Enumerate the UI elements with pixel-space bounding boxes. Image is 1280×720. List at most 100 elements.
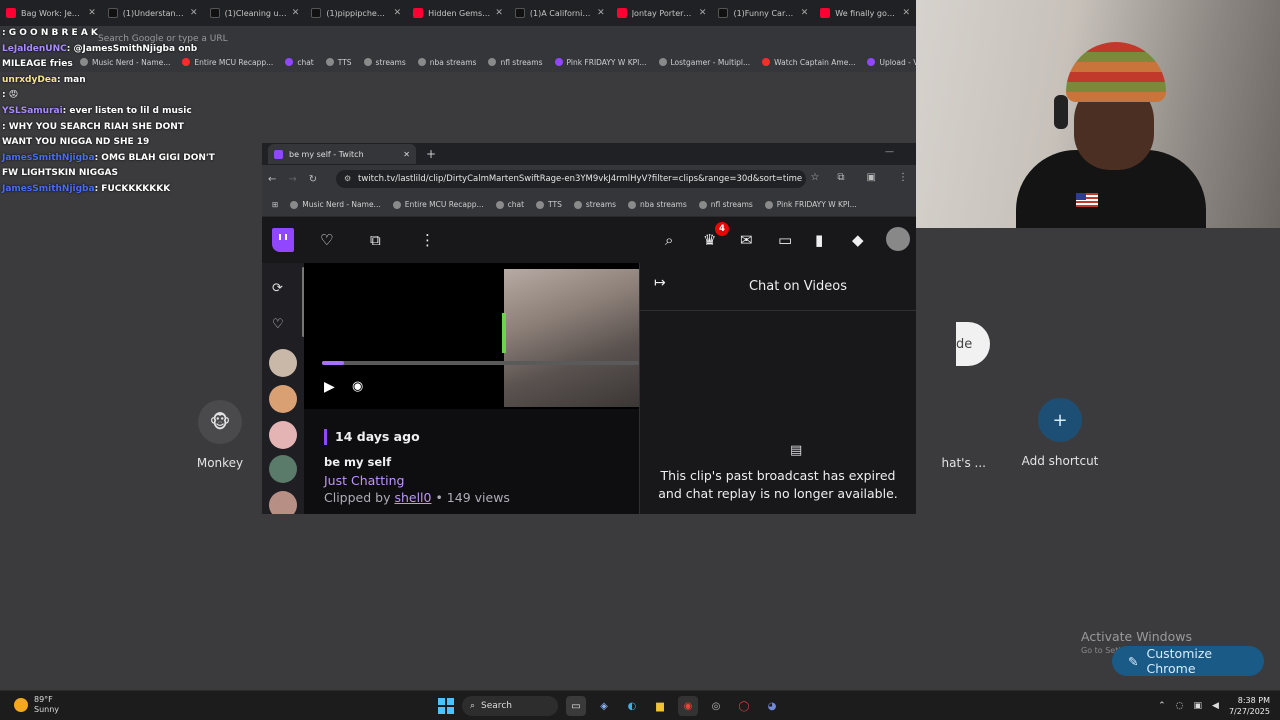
chat-username: LeJaldenUNC xyxy=(2,43,67,54)
reload-icon[interactable]: ↻ xyxy=(309,174,317,185)
bookmark-item[interactable]: Lostgamer - Multipl... xyxy=(658,58,750,67)
search-pill-partial[interactable]: de xyxy=(956,322,990,366)
close-icon[interactable]: ✕ xyxy=(597,8,605,18)
back-icon[interactable]: ← xyxy=(268,174,276,185)
background-tab[interactable]: Jontay Porter | Sc ✕ xyxy=(611,0,713,26)
bookmark-item[interactable]: nba streams xyxy=(417,58,476,67)
customize-chrome-button[interactable]: ✎ Customize Chrome xyxy=(1112,646,1264,676)
opera-icon[interactable]: ◯ xyxy=(734,696,754,716)
sidepanel-icon[interactable]: ▣ xyxy=(867,172,876,183)
channel-avatar[interactable] xyxy=(269,421,297,449)
bookmark-item[interactable]: streams xyxy=(573,200,616,209)
heart-icon[interactable]: ♡ xyxy=(320,231,333,249)
whispers-icon[interactable]: ▭ xyxy=(778,231,792,249)
clip-player[interactable]: ▶ ◉ xyxy=(304,263,639,409)
search-icon[interactable]: ⌕ xyxy=(665,231,673,249)
chat-text: : man xyxy=(57,74,86,85)
close-icon[interactable]: ✕ xyxy=(801,8,809,18)
chrome-icon[interactable]: ◉ xyxy=(678,696,698,716)
browse-icon[interactable]: ⧉ xyxy=(370,231,381,249)
play-icon[interactable]: ▶ xyxy=(324,379,335,395)
notifications-icon[interactable]: ♛ xyxy=(703,231,716,249)
close-icon[interactable]: ✕ xyxy=(495,8,503,18)
background-tab[interactable]: We finally got Me ✕ xyxy=(814,0,916,26)
shortcut-monkey[interactable]: 🐵 Monkey xyxy=(175,400,265,470)
network-icon[interactable]: ▣ xyxy=(1194,701,1203,711)
followed-heart-icon[interactable]: ♡ xyxy=(272,317,284,332)
background-tab[interactable]: (1)A California m ✕ xyxy=(509,0,611,26)
inbox-icon[interactable]: ✉ xyxy=(740,231,753,249)
bookmark-item[interactable]: nfl streams xyxy=(698,200,753,209)
discord-icon[interactable]: ◕ xyxy=(762,696,782,716)
user-avatar[interactable] xyxy=(886,227,910,251)
close-icon[interactable]: ✕ xyxy=(292,8,300,18)
close-icon[interactable]: ✕ xyxy=(699,8,707,18)
bookmark-item[interactable]: TTS xyxy=(536,200,562,209)
background-tab[interactable]: Hidden Gems: Bri ✕ xyxy=(407,0,509,26)
minimize-icon[interactable]: — xyxy=(885,147,894,157)
bookmark-item[interactable]: chat xyxy=(285,58,314,67)
chevron-up-icon[interactable]: ⌃ xyxy=(1158,701,1166,711)
background-tab[interactable]: Bag Work: Jeff Te ✕ xyxy=(0,0,102,26)
site-info-icon[interactable]: ⚙ xyxy=(344,174,351,183)
copilot-icon[interactable]: ◈ xyxy=(594,696,614,716)
clip-progress-bar[interactable] xyxy=(322,361,639,365)
bookmark-item[interactable]: Pink FRIDAYY W KPI... xyxy=(764,200,857,209)
app-icon[interactable]: ◎ xyxy=(706,696,726,716)
start-icon[interactable] xyxy=(438,698,454,714)
background-tab[interactable]: (1)pippipcheeriol ✕ xyxy=(305,0,407,26)
bookmark-item[interactable]: Entire MCU Recapp... xyxy=(392,200,484,209)
close-icon[interactable]: ✕ xyxy=(190,8,198,18)
bookmark-item[interactable]: streams xyxy=(363,58,406,67)
mic-icon[interactable]: ◌ xyxy=(1176,701,1184,711)
close-icon[interactable]: ✕ xyxy=(394,8,402,18)
more-icon[interactable]: ⋮ xyxy=(420,231,435,249)
close-icon[interactable]: ✕ xyxy=(88,8,96,18)
bookmark-item[interactable]: nfl streams xyxy=(488,58,543,67)
channel-avatar[interactable] xyxy=(269,385,297,413)
bookmark-label: TTS xyxy=(337,57,352,67)
channel-avatar[interactable] xyxy=(269,455,297,483)
url-bar[interactable]: ⚙ twitch.tv/lastlild/clip/DirtyCalmMarte… xyxy=(336,170,806,188)
taskbar-search[interactable]: ⌕ Search xyxy=(462,696,558,716)
extensions-icon[interactable]: ⧉ xyxy=(837,172,844,183)
bookmark-item[interactable]: TTS xyxy=(325,57,352,67)
volume-icon[interactable]: ◉ xyxy=(352,379,363,394)
task-view-icon[interactable]: ▭ xyxy=(566,696,586,716)
channel-avatar[interactable] xyxy=(269,349,297,377)
twitch-logo[interactable] xyxy=(272,228,294,252)
background-tab[interactable]: (1)Understanding ✕ xyxy=(102,0,204,26)
bookmark-item[interactable]: Watch Captain Ame... xyxy=(762,58,855,67)
clock[interactable]: 8:38 PM 7/27/2025 xyxy=(1229,695,1270,717)
apps-icon[interactable]: ⊞ xyxy=(272,200,278,209)
file-explorer-icon[interactable]: ▆ xyxy=(650,696,670,716)
bookmark-star-icon[interactable]: ☆ xyxy=(810,172,819,183)
background-tab[interactable]: (1)Funny Car Rec ✕ xyxy=(712,0,814,26)
close-icon[interactable]: ✕ xyxy=(403,150,410,159)
bookmark-item[interactable]: chat xyxy=(495,200,524,209)
bookmark-item[interactable]: Music Nerd - Name... xyxy=(290,200,381,209)
background-tab[interactable]: (1)Cleaning up af ✕ xyxy=(204,0,306,26)
tab-title: be my self - Twitch xyxy=(289,149,364,159)
chat-text: FW LIGHTSKIN NIGGAS xyxy=(2,168,118,179)
weather-widget[interactable]: 89°F Sunny xyxy=(14,695,59,715)
volume-icon[interactable]: ◀ xyxy=(1212,701,1219,711)
chat-message: JamesSmithNjigba: FUCKKKKKKK xyxy=(2,182,252,198)
edge-icon[interactable]: ◐ xyxy=(622,696,642,716)
bookmark-item[interactable]: Pink FRIDAYY W KPI... xyxy=(554,58,647,67)
add-shortcut[interactable]: + Add shortcut xyxy=(1015,398,1105,468)
clip-category-link[interactable]: Just Chatting xyxy=(324,473,634,488)
shortcut-whats[interactable]: hat's ... xyxy=(922,400,986,470)
prime-icon[interactable]: ▮ xyxy=(815,231,823,249)
clipper-link[interactable]: shell0 xyxy=(394,490,431,505)
forward-icon[interactable]: → xyxy=(288,174,296,185)
tab-be-my-self[interactable]: be my self - Twitch ✕ xyxy=(268,144,416,164)
close-icon[interactable]: ✕ xyxy=(902,8,910,18)
recommended-icon[interactable]: ⟳ xyxy=(272,281,283,296)
channel-avatar[interactable] xyxy=(269,491,297,514)
bits-icon[interactable]: ◆ xyxy=(852,231,864,249)
bookmark-item[interactable]: Upload - Vizard xyxy=(867,58,916,67)
bookmark-item[interactable]: nba streams xyxy=(628,200,687,209)
new-tab-icon[interactable]: + xyxy=(426,147,436,161)
menu-icon[interactable]: ⋮ xyxy=(898,172,908,183)
